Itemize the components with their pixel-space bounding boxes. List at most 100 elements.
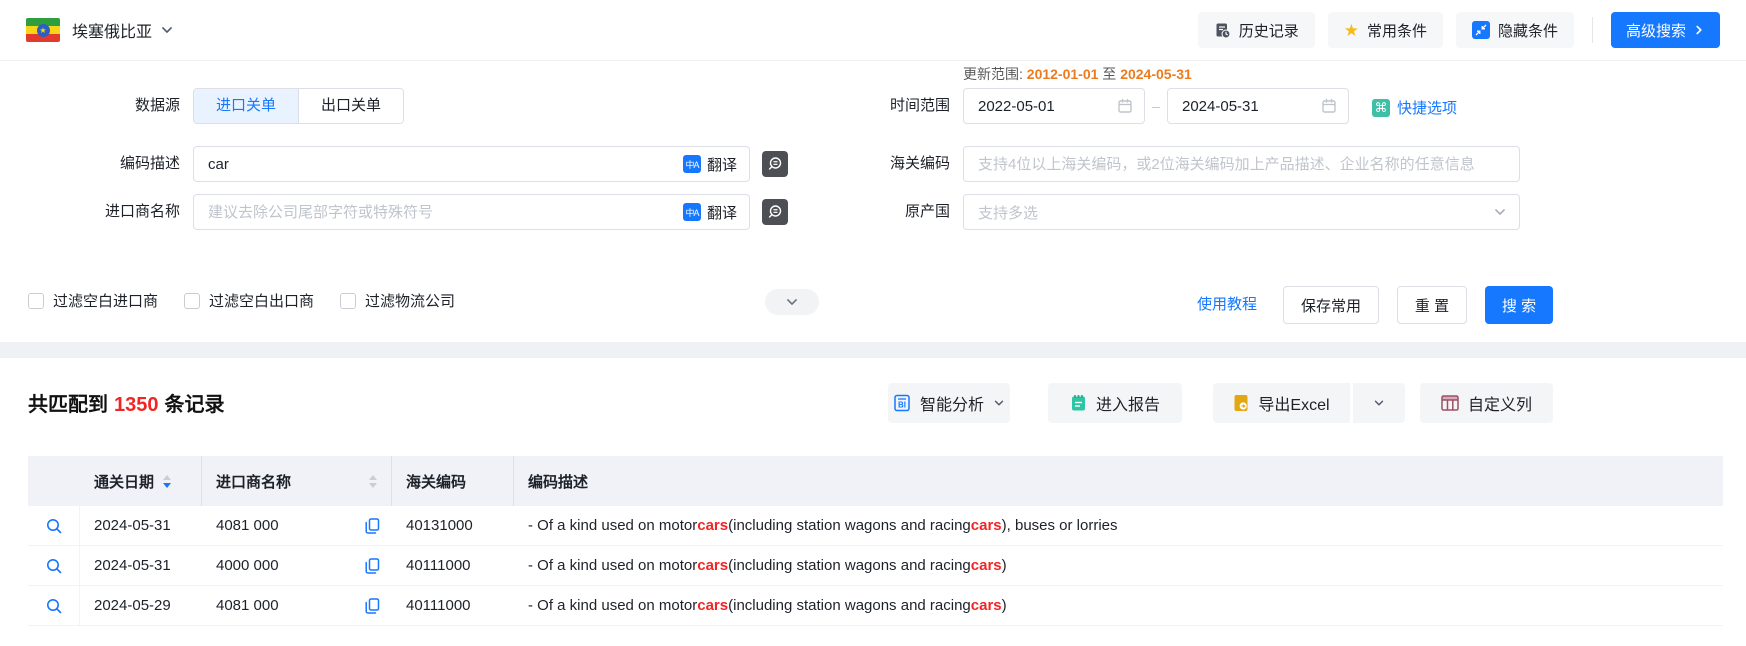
translate-button[interactable]: 中A 翻译 — [683, 154, 737, 175]
sort-desc-icon[interactable] — [369, 483, 377, 488]
importer-name-value: 4081 000 — [216, 597, 279, 614]
filter-checkboxes: 过滤空白进口商 过滤空白出口商 过滤物流公司 — [28, 290, 455, 311]
copy-icon[interactable] — [365, 558, 380, 574]
command-icon: ⌘ — [1372, 99, 1390, 117]
search-button[interactable]: 搜 索 — [1485, 286, 1553, 324]
exact-match-button[interactable] — [762, 199, 788, 225]
translate-button[interactable]: 中A 翻译 — [683, 202, 737, 223]
results-count: 共匹配到1350条记录 — [28, 388, 225, 417]
date-to-input[interactable]: 2024-05-31 — [1167, 88, 1349, 124]
sort-asc-icon[interactable] — [369, 475, 377, 480]
date-to-value: 2024-05-31 — [1182, 98, 1259, 115]
copy-icon[interactable] — [365, 518, 380, 534]
collapse-icon — [1472, 21, 1490, 39]
copy-icon[interactable] — [365, 598, 380, 614]
enter-report-button[interactable]: 进入报告 — [1048, 383, 1182, 423]
favorites-label: 常用条件 — [1367, 20, 1427, 41]
date-range-separator: – — [1148, 88, 1164, 124]
filter-blank-importer-checkbox[interactable]: 过滤空白进口商 — [28, 290, 158, 311]
results-table-header: 通关日期 进口商名称 海关编码 编码描述 — [28, 456, 1723, 506]
importer-name-value: 4000 000 — [216, 557, 279, 574]
date-from-input[interactable]: 2022-05-01 — [963, 88, 1145, 124]
history-icon — [1214, 22, 1231, 39]
update-range-to-word: 至 — [1102, 66, 1116, 82]
code-description-field: 中A 翻译 — [193, 146, 750, 182]
cell-hs-code: 40131000 — [392, 506, 514, 545]
sort-asc-icon[interactable] — [163, 475, 171, 480]
highlighted-term: cars — [971, 557, 1002, 574]
calendar-icon — [1117, 98, 1133, 114]
row-detail-button[interactable] — [28, 506, 80, 545]
advanced-search-button[interactable]: 高级搜索 — [1611, 12, 1720, 48]
quick-options-label: 快捷选项 — [1397, 97, 1457, 118]
chevron-down-icon — [785, 295, 799, 309]
exact-match-icon — [767, 204, 783, 220]
favorites-button[interactable]: ★ 常用条件 — [1328, 12, 1443, 48]
update-range-text: 更新范围: 2012-01-01 至 2024-05-31 — [963, 64, 1192, 84]
export-excel-button[interactable]: 导出Excel — [1213, 383, 1350, 423]
table-row: 2024-05-314081 00040131000- Of a kind us… — [28, 506, 1723, 546]
hide-conditions-button[interactable]: 隐藏条件 — [1456, 12, 1574, 48]
header-label: 海关编码 — [406, 471, 466, 492]
country-chevron-down-icon[interactable] — [160, 23, 174, 37]
country-selector-label[interactable]: 埃塞俄比亚 — [72, 18, 152, 42]
hs-code-input[interactable] — [964, 156, 1507, 173]
export-options-toggle[interactable] — [1353, 383, 1405, 423]
origin-country-select[interactable]: 支持多选 — [963, 194, 1520, 230]
save-favorite-button[interactable]: 保存常用 — [1283, 286, 1379, 324]
filter-logistics-company-checkbox[interactable]: 过滤物流公司 — [340, 290, 455, 311]
filter-label: 过滤空白进口商 — [53, 290, 158, 311]
magnifier-icon[interactable] — [45, 557, 63, 575]
smart-analysis-button[interactable]: BI 智能分析 — [888, 383, 1010, 423]
highlighted-term: cars — [697, 557, 728, 574]
section-separator — [0, 342, 1746, 358]
advanced-search-label: 高级搜索 — [1626, 20, 1686, 41]
sort-desc-icon[interactable] — [163, 483, 171, 488]
tab-import-declarations[interactable]: 进口关单 — [194, 89, 298, 123]
magnifier-icon[interactable] — [45, 597, 63, 615]
reset-button[interactable]: 重 置 — [1397, 286, 1467, 324]
highlighted-term: cars — [971, 517, 1002, 534]
row-detail-button[interactable] — [28, 586, 80, 625]
history-label: 历史记录 — [1239, 20, 1299, 41]
export-excel-group: 导出Excel — [1213, 383, 1405, 423]
checkbox-icon — [340, 293, 356, 309]
highlighted-term: cars — [697, 517, 728, 534]
tab-export-declarations[interactable]: 出口关单 — [298, 89, 403, 123]
update-range-from: 2012-01-01 — [1027, 66, 1099, 82]
expand-more-filters-button[interactable] — [765, 289, 819, 315]
custom-columns-label: 自定义列 — [1468, 391, 1532, 415]
cell-importer-name: 4081 000 — [202, 586, 392, 625]
origin-country-placeholder: 支持多选 — [978, 202, 1038, 223]
header-clearance-date: 通关日期 — [80, 456, 202, 506]
export-excel-icon — [1233, 394, 1249, 412]
code-description-input[interactable] — [194, 156, 683, 173]
sort-control-importer[interactable] — [369, 475, 377, 488]
history-button[interactable]: 历史记录 — [1198, 12, 1315, 48]
table-row: 2024-05-314000 00040111000- Of a kind us… — [28, 546, 1723, 586]
sort-control-date[interactable] — [163, 475, 171, 488]
results-count-prefix: 共匹配到 — [28, 394, 108, 416]
header-label: 进口商名称 — [216, 471, 291, 492]
exact-match-button[interactable] — [762, 151, 788, 177]
importer-name-label: 进口商名称 — [20, 194, 180, 230]
report-icon — [1070, 394, 1087, 412]
cell-code-description: - Of a kind used on motor cars (includin… — [514, 586, 1723, 625]
filter-blank-exporter-checkbox[interactable]: 过滤空白出口商 — [184, 290, 314, 311]
ethiopia-flag-icon: ★ — [26, 18, 60, 42]
star-icon: ★ — [1344, 22, 1359, 39]
magnifier-icon[interactable] — [45, 517, 63, 535]
datasource-tabs: 进口关单 出口关单 — [193, 88, 404, 124]
row-detail-button[interactable] — [28, 546, 80, 585]
hide-conditions-label: 隐藏条件 — [1498, 20, 1558, 41]
quick-options-button[interactable]: ⌘ 快捷选项 — [1372, 97, 1457, 118]
tutorial-link[interactable]: 使用教程 — [1197, 286, 1257, 324]
highlighted-term: cars — [697, 597, 728, 614]
cell-code-description: - Of a kind used on motor cars (includin… — [514, 546, 1723, 585]
custom-columns-button[interactable]: 自定义列 — [1420, 383, 1553, 423]
header-label: 编码描述 — [528, 471, 588, 492]
filter-label: 过滤物流公司 — [365, 290, 455, 311]
origin-country-label: 原产国 — [790, 194, 950, 230]
results-table: 通关日期 进口商名称 海关编码 编码描述 2024-05-314081 00 — [28, 456, 1723, 626]
importer-name-input[interactable] — [194, 204, 683, 221]
